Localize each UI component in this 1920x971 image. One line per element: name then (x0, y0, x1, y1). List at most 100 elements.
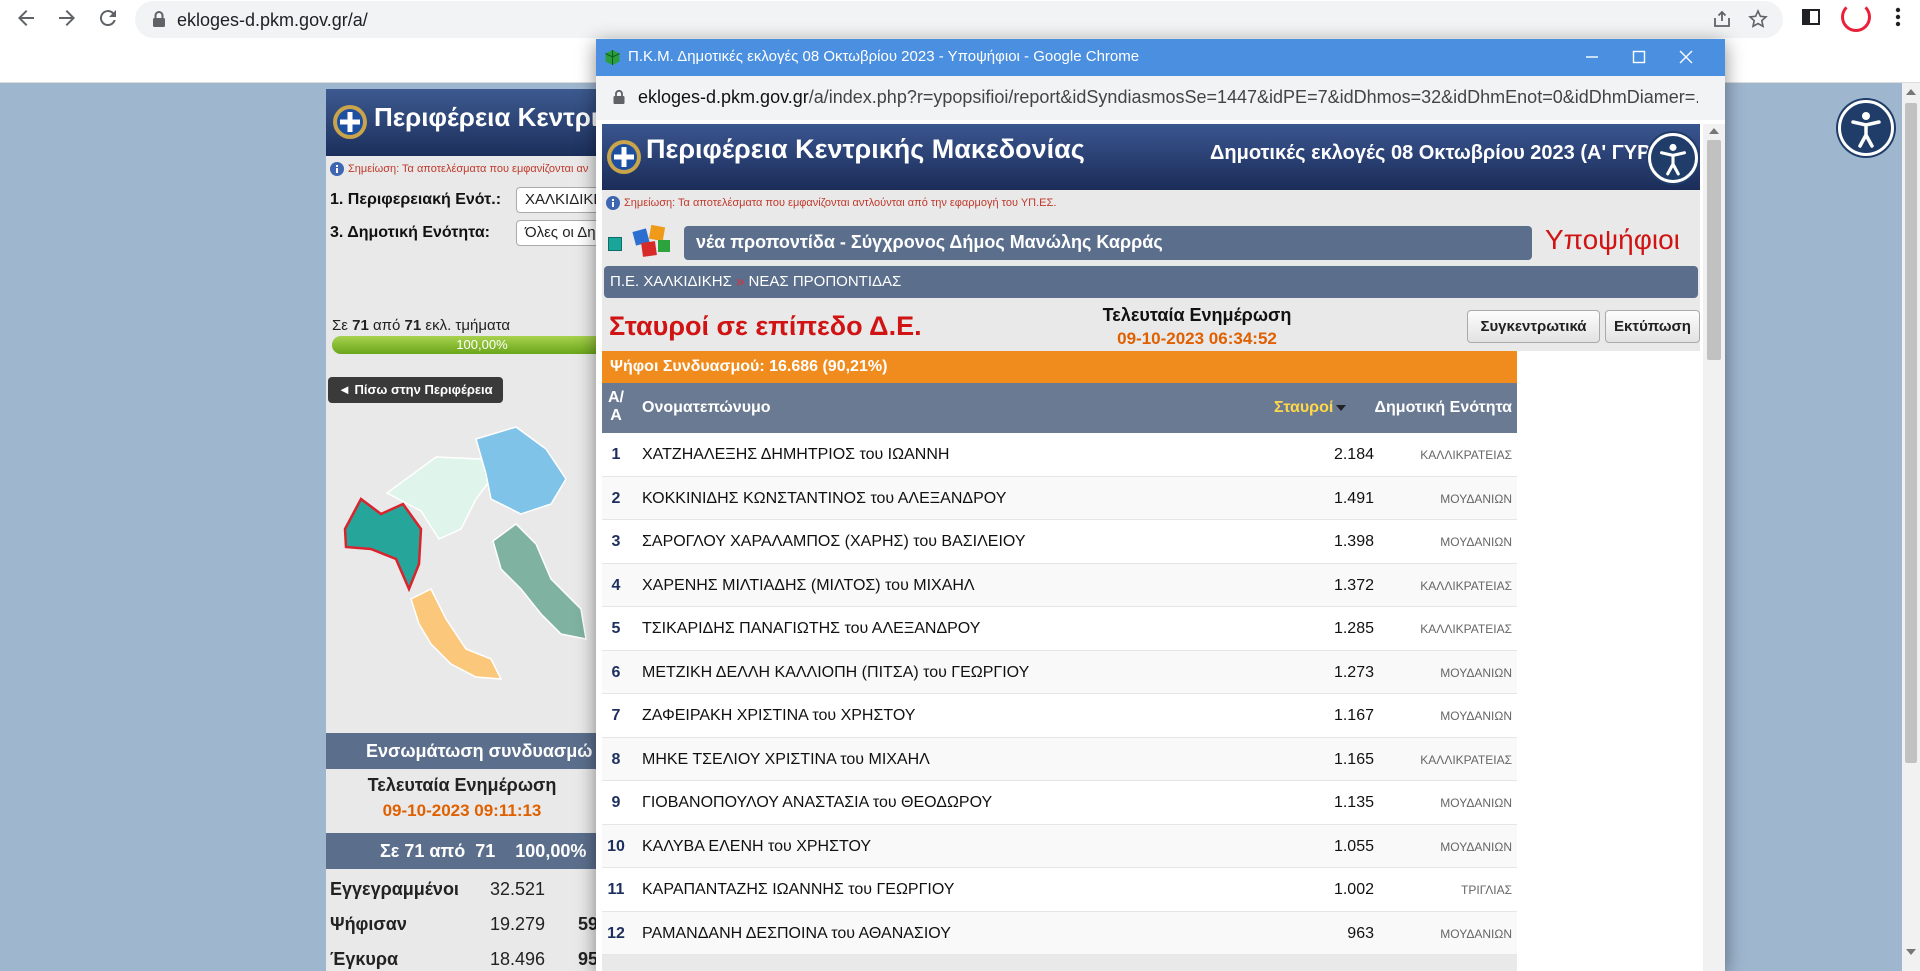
last-update-label: Τελευταία Ενημέρωση (1102, 305, 1292, 325)
candidate-name: ΧΑΤΖΗΑΛΕΞΗΣ ΔΗΜΗΤΡΙΟΣ του ΙΩΑΝΝΗ (642, 446, 950, 463)
maximize-icon[interactable] (1631, 49, 1647, 65)
summary-band: Σε 71 από 71 100,00% (326, 833, 598, 869)
back-arrow-icon[interactable] (14, 6, 38, 30)
breadcrumb-unit[interactable]: ΝΕΑΣ ΠΡΟΠΟΝΤΙΔΑΣ (749, 273, 902, 290)
accessibility-icon[interactable] (1648, 133, 1698, 183)
popup-titlebar[interactable]: Π.Κ.Μ. Δημοτικές εκλογές 08 Οκτωβρίου 20… (596, 39, 1725, 76)
popup-header-election: Δημοτικές εκλογές 08 Οκτωβρίου 2023 (Α' … (1210, 142, 1651, 164)
candidate-unit: ΚΑΛΛΙΚΡΑΤΕΙΑΣ (1420, 752, 1512, 767)
map-region-north-east[interactable] (475, 426, 567, 515)
table-row[interactable]: 12 ΡΑΜΑΝΔΑΝΗ ΔΕΣΠΟΙΝΑ του ΑΘΑΝΑΣΙΟΥ 963 ΜΟΥ… (602, 911, 1517, 955)
menu-kebab-icon[interactable] (1893, 6, 1903, 28)
popup-scrollbar[interactable] (1703, 124, 1725, 971)
candidate-votes: 1.135 (1333, 794, 1374, 811)
reload-icon[interactable] (96, 6, 120, 30)
table-row[interactable]: 9 ΓΙΟΒΑΝΟΠΟΥΛΟΥ ΑΝΑΣΤΑΣΙΑ του ΘΕΟΔΩΡΟΥ 1.1… (602, 781, 1517, 825)
candidate-votes: 1.491 (1333, 489, 1374, 507)
candidate-unit: ΚΑΛΛΙΚΡΑΤΕΙΑΣ (1420, 448, 1512, 462)
candidate-unit: ΜΟΥΔΑΝΙΩΝ (1440, 926, 1512, 941)
table-row[interactable]: 8 ΜΗΚΕ ΤΣΕΛΙΟΥ ΧΡΙΣΤΙΝΑ του ΜΙΧΑΗΛ 1.165 ΚΑ… (602, 737, 1517, 781)
summary-b: 71 (475, 841, 496, 861)
address-bar[interactable]: ekloges-d.pkm.gov.gr/a/ (135, 1, 1783, 38)
col-unit[interactable]: Δημοτική Ενότητα (1357, 399, 1512, 417)
candidate-votes: 1.285 (1333, 620, 1374, 637)
row-number: 1 (611, 446, 621, 463)
table-row[interactable]: 10 ΚΑΛΥΒΑ ΕΛΕΝΗ του ΧΡΗΣΤΟΥ 1.055 ΜΟΥΔΑΝΙΩΝ (602, 824, 1517, 868)
popup-url[interactable]: ekloges-d.pkm.gov.gr/a/index.php?r=ypops… (638, 87, 1698, 108)
table-row[interactable]: 6 ΜΕΤΖΙΚΗ ΔΕΛΛΗ ΚΑΛΛΙΟΠΗ (ΠΙΤΣΑ) του ΓΕΩΡ… (602, 650, 1517, 694)
profile-avatar[interactable] (1841, 2, 1871, 32)
last-update: Τελευταία Ενημέρωση 09-10-2023 06:34:52 (1042, 305, 1352, 349)
region-select[interactable]: ΧΑΛΚΙΔΙΚΗΣ (516, 187, 606, 213)
unit-label: 3. Δημοτική Ενότητα: (330, 224, 490, 241)
breadcrumb-region[interactable]: Π.Ε. ΧΑΛΚΙΔΙΚΗΣ (610, 273, 732, 290)
party-votes-bar: Ψήφοι Συνδυασμού: 16.686 (90,21%) (602, 351, 1517, 383)
table-row[interactable]: 4 ΧΑΡΕΝΗΣ ΜΙΛΤΙΑΔΗΣ (ΜΙΛΤΟΣ) του ΜΙΧΑΗΛ 1.… (602, 563, 1517, 607)
col-votes[interactable]: Σταυροί (1274, 399, 1347, 417)
stat-value: 32.521 (490, 879, 546, 899)
col-aa[interactable]: Α/Α (602, 389, 630, 425)
stat-value: 19.279 (490, 914, 546, 934)
candidate-name: ΤΣΙΚΑΡΙΔΗΣ ΠΑΝΑΓΙΩΤΗΣ του ΑΛΕΞΑΝΔΡΟΥ (642, 620, 981, 637)
row-number: 5 (611, 620, 621, 637)
candidate-votes: 1.273 (1333, 663, 1374, 681)
candidate-name: ΧΑΡΕΝΗΣ ΜΙΛΤΙΑΔΗΣ (ΜΙΛΤΟΣ) του ΜΙΧΑΗΛ (642, 576, 975, 594)
popup-address-bar[interactable]: ekloges-d.pkm.gov.gr/a/index.php?r=ypops… (596, 76, 1725, 120)
close-icon[interactable] (1678, 49, 1694, 65)
summary-button[interactable]: Συγκεντρωτικά (1467, 310, 1600, 343)
map-region-peninsula-west[interactable] (410, 587, 503, 680)
map-region-peninsula-east[interactable] (492, 523, 587, 640)
candidate-votes: 1.002 (1333, 881, 1374, 898)
popup-header-title: Περιφέρεια Κεντρικής Μακεδονίας (646, 134, 1085, 164)
progress-count: 71 (352, 317, 369, 334)
col-aa-top: Α/ (608, 389, 624, 406)
candidate-name: ΡΑΜΑΝΔΑΝΗ ΔΕΣΠΟΙΝΑ του ΑΘΑΝΑΣΙΟΥ (642, 924, 951, 942)
candidate-unit: ΜΟΥΔΑΝΙΩΝ (1440, 665, 1512, 680)
info-icon (606, 196, 620, 210)
scrollbar-thumb[interactable] (1905, 103, 1917, 763)
accessibility-icon[interactable] (1838, 100, 1894, 156)
progress-bar: 100,00% (332, 336, 632, 354)
popup-header: Περιφέρεια Κεντρικής Μακεδονίας Δημοτικέ… (602, 124, 1700, 190)
candidate-unit: ΜΟΥΔΑΝΙΩΝ (1440, 839, 1512, 854)
stat-label: Έγκυρα (330, 949, 399, 969)
table-row[interactable]: 7 ΖΑΦΕΙΡΑΚΗ ΧΡΙΣΤΙΝΑ του ΧΡΗΣΤΟΥ 1.167 ΜΟΥΔ… (602, 694, 1517, 738)
municipality-map[interactable] (341, 419, 601, 689)
address-url[interactable]: ekloges-d.pkm.gov.gr/a/ (177, 10, 368, 31)
region-label: 1. Περιφερειακή Ενότ.: (330, 191, 502, 208)
candidate-name: ΚΑΡΑΠΑΝΤΑΖΗΣ ΙΩΑΝΝΗΣ του ΓΕΩΡΓΙΟΥ (642, 881, 955, 898)
table-row[interactable]: 11 ΚΑΡΑΠΑΝΤΑΖΗΣ ΙΩΑΝΝΗΣ του ΓΕΩΡΓΙΟΥ 1.002… (602, 868, 1517, 912)
table-row[interactable]: 2 ΚΟΚΚΙΝΙΔΗΣ ΚΩΝΣΤΑΝΤΙΝΟΣ του ΑΛΕΞΑΝΔΡΟΥ 1… (602, 476, 1517, 520)
share-icon[interactable] (1712, 9, 1732, 29)
side-panel-icon[interactable] (1801, 7, 1821, 27)
background-header-title: Περιφέρεια Κεντρικ (374, 102, 613, 132)
table-body: 1 ΧΑΤΖΗΑΛΕΞΗΣ ΔΗΜΗΤΡΙΟΣ του ΙΩΑΝΝΗ 2.184 ΚΑ… (602, 433, 1517, 955)
page-scrollbar[interactable] (1902, 83, 1920, 971)
candidates-table: Ψήφοι Συνδυασμού: 16.686 (90,21%) Α/Α Ον… (602, 351, 1517, 955)
minimize-icon[interactable] (1584, 49, 1600, 65)
table-row[interactable]: 1 ΧΑΤΖΗΑΛΕΞΗΣ ΔΗΜΗΤΡΙΟΣ του ΙΩΑΝΝΗ 2.184 ΚΑ… (602, 433, 1517, 477)
progress-text: Σε 71 από 71 εκλ. τμήματα (332, 317, 510, 334)
progress-mid: από (373, 317, 401, 334)
candidate-votes: 963 (1347, 924, 1374, 942)
table-row[interactable]: 5 ΤΣΙΚΑΡΙΔΗΣ ΠΑΝΑΓΙΩΤΗΣ του ΑΛΕΞΑΝΔΡΟΥ 1.2… (602, 607, 1517, 651)
back-to-region-button[interactable]: ◄ Πίσω στην Περιφέρεια (328, 377, 503, 403)
scrollbar-thumb[interactable] (1707, 140, 1721, 360)
lock-icon (149, 9, 169, 29)
print-button[interactable]: Εκτύπωση (1605, 310, 1700, 343)
summary-a: Σε 71 από (380, 841, 466, 861)
map-region-selected[interactable] (343, 497, 423, 593)
table-row[interactable]: 3 ΣΑΡΟΓΛΟΥ ΧΑΡΑΛΑΜΠΟΣ (ΧΑΡΗΣ) του ΒΑΣΙΛΕΙ… (602, 520, 1517, 564)
background-header: Περιφέρεια Κεντρικ (326, 89, 613, 156)
stat-label: Εγγεγραμμένοι (330, 879, 459, 899)
last-update-value: 09-10-2023 06:34:52 (1117, 329, 1277, 348)
col-name[interactable]: Ονοματεπώνυμο (642, 399, 771, 417)
scroll-up-icon[interactable] (1906, 89, 1916, 95)
forward-arrow-icon[interactable] (55, 6, 79, 30)
scroll-down-icon[interactable] (1906, 949, 1916, 955)
bookmark-star-icon[interactable] (1748, 9, 1768, 29)
sort-desc-icon (1336, 404, 1347, 411)
scroll-up-icon[interactable] (1709, 128, 1719, 134)
candidate-unit: ΚΑΛΛΙΚΡΑΤΕΙΑΣ (1420, 622, 1512, 636)
unit-select[interactable]: Όλες οι Δημ (516, 220, 606, 246)
